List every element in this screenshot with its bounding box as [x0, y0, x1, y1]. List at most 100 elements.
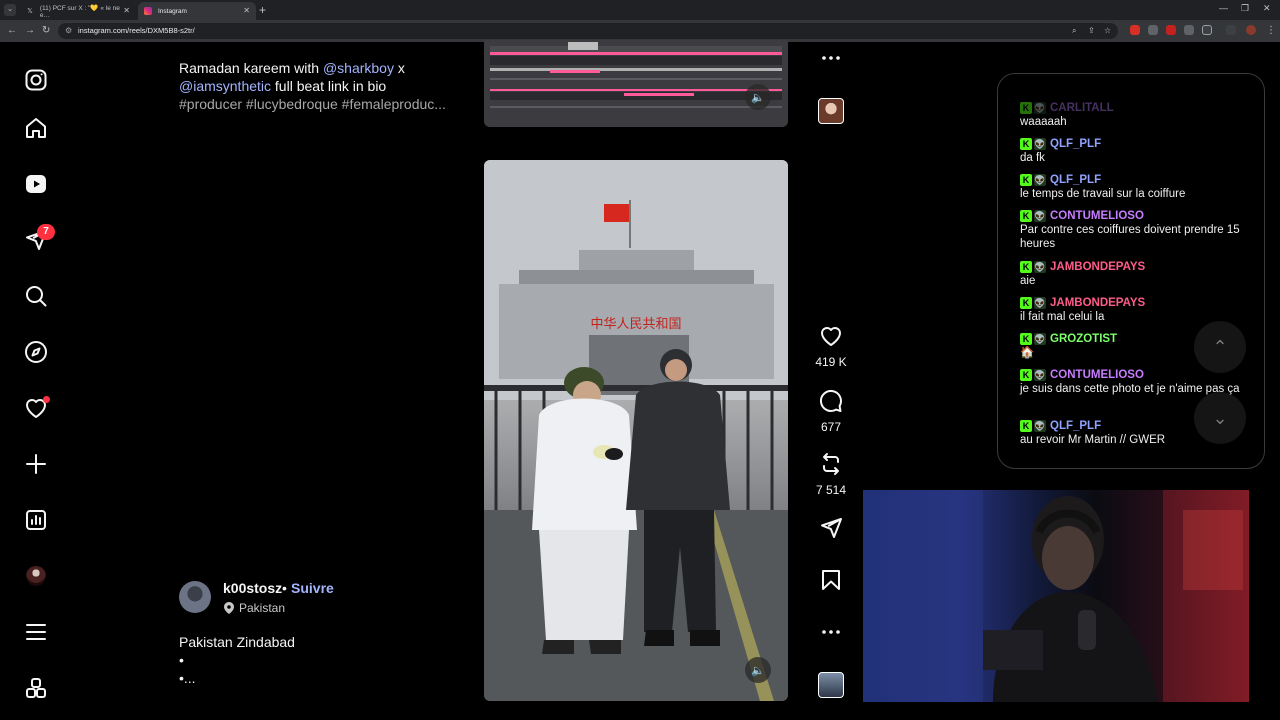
alien-badge-icon: 👽 — [1034, 137, 1046, 150]
chat-message: K 👽 CARLITALL waaaaah — [1020, 101, 1242, 129]
reel-caption-top: Ramadan kareem with @sharkboy x @iamsynt… — [179, 59, 446, 113]
alien-badge-icon: 👽 — [1034, 296, 1046, 309]
scroll-up-button[interactable]: ⌃ — [1194, 321, 1246, 373]
close-tab-icon[interactable]: ✕ — [243, 6, 250, 15]
streamer-webcam — [863, 490, 1249, 702]
activity-dot — [43, 396, 50, 403]
side-panel-icon[interactable] — [1226, 25, 1236, 35]
chat-username: CONTUMELIOSO — [1050, 369, 1144, 381]
kick-badge-icon: K — [1020, 296, 1032, 309]
chat-message: K 👽 JAMBONDEPAYS aie — [1020, 260, 1242, 288]
close-tab-icon[interactable]: ✕ — [123, 6, 130, 15]
tab-instagram[interactable]: Instagram ✕ — [138, 2, 256, 20]
dashboard-icon[interactable] — [24, 508, 48, 532]
location-tag[interactable]: Pakistan — [224, 601, 285, 615]
create-icon[interactable] — [24, 452, 48, 476]
reel-video-top[interactable]: 🔈 — [484, 40, 788, 127]
chat-text: da fk — [1020, 152, 1045, 164]
search-icon[interactable] — [24, 284, 48, 308]
share-button[interactable] — [811, 516, 851, 545]
kick-badge-icon: K — [1020, 332, 1032, 345]
kick-badge-icon: K — [1020, 209, 1032, 222]
new-tab-button[interactable]: + — [259, 3, 266, 17]
audio-thumbnail[interactable] — [818, 672, 844, 698]
profile-icon[interactable] — [26, 566, 46, 586]
x-logo-icon: 𝕏 — [27, 8, 33, 15]
chat-message: K 👽 CONTUMELIOSO Par contre ces coiffures … — [1020, 209, 1242, 251]
mute-button[interactable]: 🔈 — [745, 657, 771, 683]
explore-icon[interactable] — [24, 340, 48, 364]
extension-icon[interactable] — [1166, 25, 1176, 35]
zoom-icon[interactable]: ⌕ — [1072, 26, 1076, 36]
comment-count: 677 — [820, 420, 842, 434]
tab-search-icon[interactable]: ⌄ — [4, 4, 16, 16]
reel-video-main[interactable]: 中华人民共和国 🔈 — [484, 160, 788, 701]
reload-button[interactable]: ↻ — [42, 25, 50, 36]
home-icon[interactable] — [24, 116, 48, 140]
meta-apps-icon[interactable] — [24, 676, 48, 700]
caption-text: full beat link in bio — [271, 78, 387, 94]
kick-badge-icon: K — [1020, 173, 1032, 186]
close-window-button[interactable]: ✕ — [1263, 3, 1271, 14]
border-photo: 中华人民共和国 — [484, 160, 788, 701]
instagram-favicon-icon — [144, 7, 152, 15]
chat-username: JAMBONDEPAYS — [1050, 297, 1146, 309]
chat-username: CARLITALL — [1050, 102, 1114, 114]
chat-text: Par contre ces coiffures doivent prendre… — [1020, 224, 1240, 250]
tab-x-pcf[interactable]: 𝕏 (11) PCF sur X : "💛 « le ne e… ✕ — [20, 2, 136, 20]
mention-link[interactable]: @iamsynthetic — [179, 78, 271, 94]
bookmark-star-icon[interactable]: ☆ — [1104, 26, 1111, 35]
kick-badge-icon: K — [1020, 419, 1032, 432]
dot-separator: • — [282, 580, 287, 596]
caption-text: x — [393, 60, 405, 76]
kick-badge-icon: K — [1020, 260, 1032, 273]
instagram-logo-icon[interactable] — [24, 68, 48, 92]
share-icon[interactable]: ⇪ — [1088, 26, 1095, 35]
chat-text: il fait mal celui la — [1020, 311, 1105, 323]
repost-count: 7 514 — [815, 483, 847, 497]
author-username[interactable]: k00stosz — [223, 580, 282, 596]
extensions-puzzle-icon[interactable] — [1202, 25, 1212, 35]
caption-more[interactable]: •... — [179, 670, 196, 686]
extension-icon[interactable] — [1148, 25, 1158, 35]
kick-badge-icon: K — [1020, 101, 1032, 114]
hashtags[interactable]: #producer #lucybedroque #femaleproduc... — [179, 96, 446, 112]
site-info-icon[interactable]: ⚙ — [65, 26, 72, 35]
maximize-button[interactable]: ❐ — [1241, 3, 1249, 14]
extension-icon[interactable] — [1130, 25, 1140, 35]
browser-tab-strip: ⌄ 𝕏 (11) PCF sur X : "💛 « le ne e… ✕ Ins… — [0, 0, 1280, 20]
more-options-icon[interactable] — [811, 46, 851, 75]
mention-link[interactable]: @sharkboy — [323, 60, 394, 76]
forward-button[interactable]: → — [25, 25, 35, 36]
tab-title: (11) PCF sur X : "💛 « le ne e… — [39, 4, 120, 19]
chat-username: QLF_PLF — [1050, 174, 1102, 186]
comment-button[interactable]: 677 — [811, 389, 851, 434]
mute-button[interactable]: 🔈 — [745, 84, 771, 110]
save-button[interactable] — [811, 568, 851, 597]
chat-message: K 👽 QLF_PLF da fk — [1020, 137, 1242, 165]
alien-badge-icon: 👽 — [1034, 209, 1046, 222]
kick-badge-icon: K — [1020, 137, 1032, 150]
repost-icon — [823, 453, 839, 475]
back-button[interactable]: ← — [7, 25, 17, 36]
address-bar[interactable]: ⚙ instagram.com/reels/DXM5B8-s2tr/ ⌕ ⇪ ☆ — [58, 23, 1118, 39]
reels-icon[interactable] — [24, 172, 48, 196]
audio-thumbnail[interactable] — [818, 98, 844, 124]
extension-icon[interactable] — [1184, 25, 1194, 35]
author-avatar[interactable] — [179, 581, 211, 613]
like-button[interactable]: 419 K — [811, 324, 851, 369]
repost-button[interactable]: 7 514 — [811, 452, 851, 497]
follow-button[interactable]: Suivre — [291, 580, 334, 596]
scroll-down-button[interactable]: ⌄ — [1194, 392, 1246, 444]
alien-badge-icon: 👽 — [1034, 332, 1046, 345]
more-menu-icon[interactable] — [24, 620, 48, 644]
chat-message: K 👽 CONTUMELIOSO je suis dans cette photo … — [1020, 368, 1242, 396]
more-options-icon[interactable] — [811, 620, 851, 649]
unread-badge: 7 — [37, 224, 55, 240]
minimize-button[interactable]: — — [1219, 3, 1228, 13]
heart-icon — [821, 327, 841, 346]
alien-badge-icon: 👽 — [1034, 173, 1046, 186]
browser-menu-icon[interactable]: ⋮ — [1266, 25, 1276, 36]
chat-message: K 👽 QLF_PLF le temps de travail sur la coi… — [1020, 173, 1242, 201]
profile-avatar-icon[interactable] — [1246, 25, 1256, 35]
